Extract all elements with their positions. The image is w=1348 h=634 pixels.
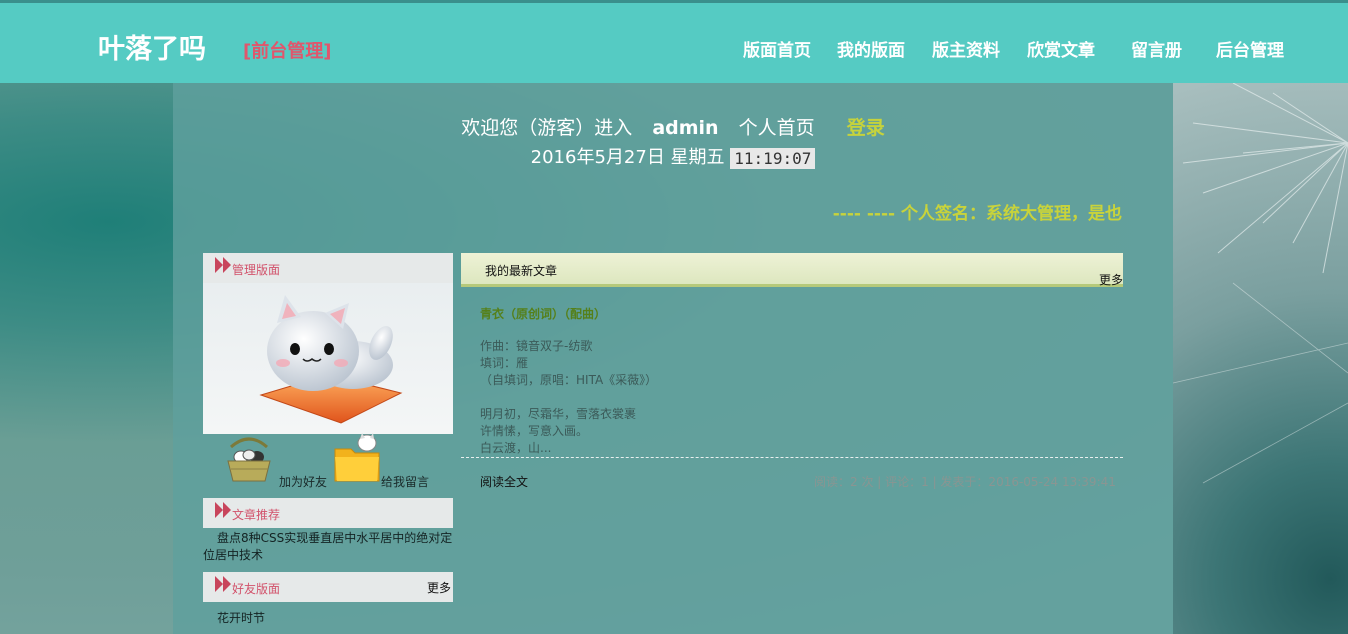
- personal-signature: ---- ---- 个人签名：系统大管理，是也: [832, 204, 1122, 224]
- article-meta: 阅读：2 次 | 评论：1 | 发表于：2016-05-24 13:39:41: [814, 475, 1116, 489]
- welcome-line: 欢迎您（游客）进入 admin 个人首页 登录: [173, 113, 1173, 140]
- excerpt-line: 许情愫，写意入画。: [480, 424, 589, 438]
- folder-message-icon[interactable]: [331, 433, 383, 485]
- friends-more-link[interactable]: 更多: [427, 579, 451, 596]
- cat-avatar-image: [259, 295, 403, 424]
- dandelion-image: [1173, 83, 1348, 484]
- nav-moderator-profile[interactable]: 版主资料: [932, 36, 1000, 61]
- nav-guestbook[interactable]: 留言册: [1131, 36, 1182, 61]
- nav-my-board[interactable]: 我的版面: [837, 36, 905, 61]
- excerpt-line: （自填词，原唱：HITA《采薇》）: [480, 373, 658, 387]
- articles-more-link[interactable]: 更多: [1099, 271, 1123, 288]
- article-title[interactable]: 青衣（原创词）（配曲）: [480, 305, 606, 322]
- current-date: 2016年5月27日 星期五: [530, 147, 725, 168]
- double-arrow-icon: [215, 576, 231, 592]
- double-arrow-icon: [215, 502, 231, 518]
- recommend-panel-title: 文章推荐: [232, 508, 281, 522]
- friend-board-link[interactable]: 花开时节: [217, 609, 265, 626]
- avatar: [203, 283, 453, 434]
- article-excerpt: 作曲：镜音双子-纺歌 填词：雁 （自填词，原唱：HITA《采薇》） 明月初，尽霜…: [480, 338, 657, 457]
- double-arrow-icon: [215, 257, 231, 273]
- leave-message-link[interactable]: 给我留言: [381, 473, 429, 490]
- excerpt-line: 作曲：镜音双子-纺歌: [480, 339, 593, 353]
- recommend-panel-header: 文章推荐: [203, 498, 453, 528]
- excerpt-line: 明月初，尽霜华，雪落衣裳裹: [480, 407, 637, 421]
- background-dandelion: [1173, 83, 1348, 634]
- excerpt-line: 白云渡，山...: [480, 441, 552, 455]
- welcome-prefix: 欢迎您（游客）进入: [461, 117, 633, 139]
- home-text: 个人首页: [738, 117, 815, 139]
- nav-admin[interactable]: 后台管理: [1216, 36, 1284, 61]
- manage-panel-header: 管理版面: [203, 253, 453, 283]
- friends-basket-icon[interactable]: [223, 433, 275, 485]
- latest-articles-title: 我的最新文章: [485, 264, 558, 278]
- clock: 11:19:07: [730, 147, 816, 169]
- friends-panel-header: 好友版面 更多: [203, 572, 453, 602]
- recommended-article-link[interactable]: 盘点8种CSS实现垂直居中水平居中的绝对定位居中技术: [203, 530, 453, 564]
- top-navbar: 叶落了吗 [前台管理] 版面首页 我的版面 版主资料 欣赏文章 留言册 后台管理: [0, 0, 1348, 83]
- manage-panel-title: 管理版面: [232, 263, 281, 277]
- login-link[interactable]: 登录: [847, 117, 885, 139]
- latest-articles-header: 我的最新文章 更多: [461, 253, 1123, 287]
- username: admin: [652, 117, 719, 139]
- friends-panel-title: 好友版面: [232, 582, 281, 596]
- nav-appreciate-articles[interactable]: 欣赏文章: [1027, 36, 1095, 61]
- nav-board-home[interactable]: 版面首页: [743, 36, 811, 61]
- excerpt-line: 填词：雁: [480, 356, 529, 370]
- main-nav: 版面首页 我的版面 版主资料 欣赏文章 留言册 后台管理: [0, 36, 1348, 62]
- add-friend-link[interactable]: 加为好友: [279, 473, 327, 490]
- date-line: 2016年5月27日 星期五 11:19:07: [173, 143, 1173, 169]
- quick-actions: 加为好友 给我留言: [203, 433, 453, 489]
- read-full-article-link[interactable]: 阅读全文: [480, 473, 528, 490]
- article-divider: [461, 457, 1123, 458]
- main-content: 欢迎您（游客）进入 admin 个人首页 登录 2016年5月27日 星期五 1…: [173, 83, 1173, 634]
